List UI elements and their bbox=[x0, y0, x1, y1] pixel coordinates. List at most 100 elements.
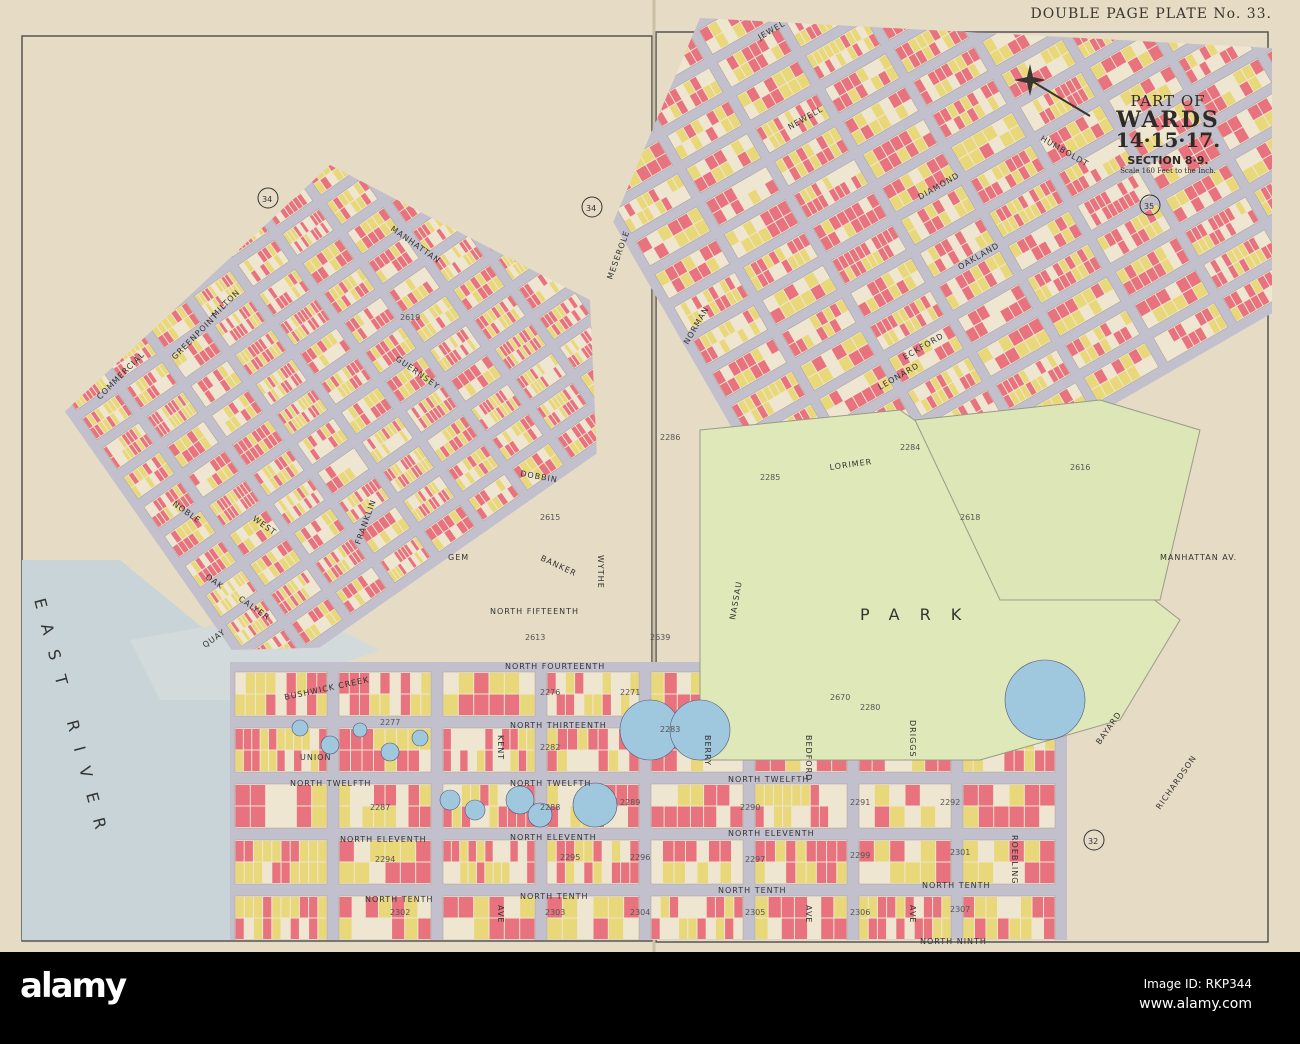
building-lot bbox=[671, 5, 680, 16]
building-lot bbox=[504, 210, 514, 222]
building-lot bbox=[443, 77, 452, 88]
building-lot bbox=[640, 335, 649, 346]
building-lot bbox=[455, 127, 465, 139]
building-lot bbox=[449, 174, 461, 188]
building-lot bbox=[377, 124, 386, 135]
building-lot bbox=[897, 18, 911, 31]
building-lot bbox=[272, 151, 284, 164]
building-lot bbox=[561, 212, 573, 226]
building-lot bbox=[439, 36, 449, 48]
building-lot bbox=[422, 177, 435, 191]
building-lot bbox=[575, 29, 584, 40]
building-lot bbox=[298, 149, 308, 161]
building-lot bbox=[499, 53, 509, 65]
building-lot bbox=[48, 309, 59, 322]
building-lot bbox=[83, 284, 94, 297]
building-lot bbox=[464, 165, 476, 177]
city-block bbox=[636, 0, 687, 8]
building-lot bbox=[242, 172, 254, 186]
building-lot bbox=[600, 246, 605, 258]
building-lot bbox=[474, 113, 486, 126]
building-lot bbox=[547, 179, 557, 191]
building-lot bbox=[491, 234, 501, 246]
building-lot bbox=[580, 116, 584, 134]
building-lot bbox=[586, 240, 596, 252]
building-lot bbox=[619, 363, 631, 376]
building-lot bbox=[582, 39, 591, 50]
building-lot bbox=[611, 282, 621, 294]
building-lot bbox=[498, 10, 508, 22]
city-block bbox=[565, 165, 605, 190]
building-lot bbox=[158, 231, 169, 244]
building-lot bbox=[371, 170, 381, 183]
building-lot bbox=[468, 205, 479, 218]
building-lot bbox=[691, 7, 700, 18]
building-lot bbox=[489, 176, 500, 188]
city-block bbox=[350, 117, 401, 164]
building-lot bbox=[338, 122, 347, 133]
building-lot bbox=[116, 275, 129, 289]
building-lot bbox=[551, 192, 561, 204]
building-lot bbox=[133, 293, 144, 305]
building-lot bbox=[438, 51, 448, 63]
building-lot bbox=[402, 78, 411, 89]
building-lot bbox=[636, 78, 650, 94]
building-lot bbox=[468, 117, 480, 130]
building-lot bbox=[94, 291, 106, 304]
building-lot bbox=[34, 318, 44, 330]
building-lot bbox=[362, 134, 371, 145]
building-lot bbox=[248, 167, 260, 181]
building-lot bbox=[596, 165, 605, 172]
building-lot bbox=[607, 6, 617, 18]
building-lot bbox=[623, 10, 633, 22]
building-lot bbox=[103, 329, 114, 342]
building-lot bbox=[408, 116, 419, 128]
building-lot bbox=[522, 152, 533, 164]
building-lot bbox=[279, 165, 292, 175]
building-lot bbox=[574, 117, 584, 129]
building-lot bbox=[625, 0, 635, 5]
building-lot bbox=[76, 377, 87, 389]
building-lot bbox=[137, 291, 147, 303]
building-lot bbox=[267, 169, 280, 183]
building-lot bbox=[609, 196, 618, 207]
building-lot bbox=[72, 349, 85, 363]
building-lot bbox=[627, 7, 637, 19]
building-lot bbox=[596, 146, 605, 157]
building-lot bbox=[121, 317, 132, 329]
building-lot bbox=[614, 395, 626, 408]
building-lot bbox=[419, 50, 429, 62]
building-lot bbox=[527, 149, 538, 161]
building-lot bbox=[532, 249, 542, 261]
building-lot bbox=[229, 226, 239, 238]
building-lot bbox=[592, 279, 603, 292]
city-block bbox=[580, 74, 635, 135]
building-lot bbox=[639, 306, 649, 318]
building-lot bbox=[171, 222, 182, 235]
building-lot bbox=[458, 37, 468, 49]
building-lot bbox=[657, 382, 666, 393]
building-lot bbox=[219, 189, 229, 201]
building-lot bbox=[542, 96, 551, 107]
building-lot bbox=[579, 165, 589, 169]
building-lot bbox=[463, 18, 473, 30]
building-lot bbox=[80, 374, 90, 387]
building-lot bbox=[285, 186, 296, 199]
building-lot bbox=[341, 120, 350, 131]
building-lot bbox=[207, 242, 217, 254]
building-lot bbox=[488, 236, 498, 248]
building-lot bbox=[398, 80, 407, 91]
building-lot bbox=[843, 0, 854, 3]
building-lot bbox=[876, 18, 890, 28]
building-lot bbox=[473, 187, 484, 199]
building-lot bbox=[519, 169, 531, 183]
building-lot bbox=[153, 235, 164, 248]
building-lot bbox=[679, 367, 688, 378]
building-lot bbox=[373, 141, 382, 152]
building-lot bbox=[469, 59, 478, 70]
building-lot bbox=[522, 197, 532, 209]
building-lot bbox=[899, 0, 912, 14]
building-lot bbox=[536, 187, 547, 199]
building-lot bbox=[544, 5, 555, 17]
building-lot bbox=[429, 187, 442, 201]
